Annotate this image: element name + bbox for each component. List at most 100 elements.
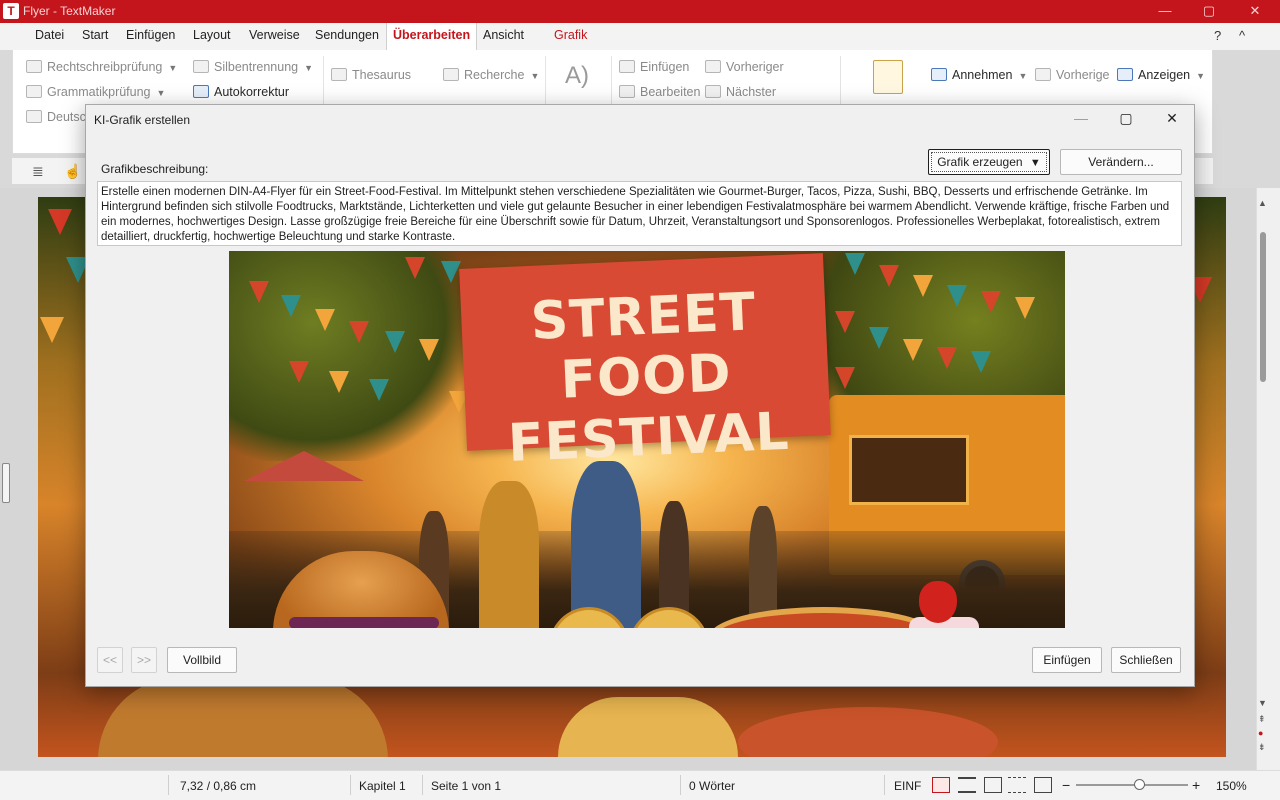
- menu-bar: Datei Start Einfügen Layout Verweise Sen…: [0, 23, 1280, 51]
- cursor-position: 7,32 / 0,86 cm: [180, 779, 257, 793]
- woman-figure: [479, 481, 539, 628]
- book-view-icon[interactable]: [1034, 777, 1052, 793]
- page-up-icon[interactable]: ⇞: [1258, 714, 1266, 725]
- dropdown-arrow-icon: ▼: [1029, 157, 1041, 169]
- research-button[interactable]: Recherche ▼: [443, 68, 539, 82]
- pennant-decoration: [913, 275, 933, 297]
- status-divider: [350, 775, 351, 795]
- spelling-button[interactable]: Rechtschreibprüfung ▼: [26, 60, 177, 74]
- zoom-in-icon[interactable]: +: [1192, 777, 1200, 793]
- menu-sendungen[interactable]: Sendungen: [315, 28, 379, 42]
- pennant-decoration: [405, 257, 425, 279]
- fullscreen-button[interactable]: Vollbild: [167, 647, 237, 673]
- scroll-down-icon[interactable]: ▼: [1258, 698, 1267, 708]
- close-button[interactable]: Schließen: [1111, 647, 1181, 673]
- dialog-maximize-icon[interactable]: ▢: [1111, 110, 1141, 127]
- comment-next-icon: [705, 85, 721, 98]
- continuous-view-icon[interactable]: [958, 777, 976, 793]
- menu-ansicht[interactable]: Ansicht: [483, 28, 524, 42]
- menu-ueberarbeiten[interactable]: Überarbeiten: [386, 23, 478, 51]
- autocorrect-icon: [193, 85, 209, 98]
- hand-tool-icon[interactable]: ☝: [64, 163, 81, 180]
- accept-button[interactable]: Annehmen ▼: [931, 68, 1027, 82]
- window-title: Flyer - TextMaker: [23, 4, 116, 18]
- strawberry-image: [919, 581, 957, 623]
- show-button[interactable]: Anzeigen ▼: [1117, 68, 1205, 82]
- prev-change-button[interactable]: Vorherige: [1035, 68, 1110, 82]
- scroll-up-icon[interactable]: ▲: [1258, 198, 1267, 208]
- zoom-slider[interactable]: [1076, 784, 1188, 786]
- pennant-decoration: [369, 379, 389, 401]
- track-changes-icon[interactable]: [873, 60, 903, 94]
- maximize-button[interactable]: ▢: [1186, 0, 1232, 23]
- paragraph-icon[interactable]: ≣: [32, 163, 44, 180]
- page-view-icon[interactable]: [932, 777, 950, 793]
- dialog-close-icon[interactable]: ✕: [1157, 110, 1187, 127]
- pennant-decoration: [349, 321, 369, 343]
- help-icon[interactable]: ?: [1214, 28, 1221, 43]
- zoom-level[interactable]: 150%: [1216, 779, 1247, 793]
- menu-start[interactable]: Start: [82, 28, 108, 42]
- chevron-down-icon: ▼: [156, 88, 166, 98]
- chevron-down-icon: ▼: [530, 71, 540, 81]
- generate-graphic-button[interactable]: Grafik erzeugen ▼: [928, 149, 1050, 175]
- menu-grafik[interactable]: Grafik: [554, 28, 587, 42]
- grammar-button[interactable]: Grammatikprüfung ▼: [26, 85, 165, 99]
- description-input[interactable]: Erstelle einen modernen DIN-A4-Flyer für…: [97, 181, 1182, 246]
- menu-einfuegen[interactable]: Einfügen: [126, 28, 175, 42]
- browse-object-icon[interactable]: ●: [1258, 728, 1263, 738]
- previous-image-button[interactable]: <<: [97, 647, 123, 673]
- minimize-button[interactable]: —: [1142, 0, 1188, 23]
- pennant-decoration: [40, 317, 64, 343]
- comment-edit-button[interactable]: Bearbeiten: [619, 85, 700, 99]
- comment-prev-icon: [705, 60, 721, 73]
- show-icon: [1117, 68, 1133, 81]
- close-window-button[interactable]: ✕: [1232, 0, 1278, 23]
- left-margin-handle[interactable]: [2, 463, 10, 503]
- comment-next-button[interactable]: Nächster: [705, 85, 776, 99]
- next-image-button[interactable]: >>: [131, 647, 157, 673]
- burger-image: [98, 677, 388, 757]
- read-aloud-icon[interactable]: A): [565, 62, 589, 90]
- comment-prev-button[interactable]: Vorheriger: [705, 60, 784, 74]
- language-button[interactable]: Deutsc: [26, 110, 86, 124]
- comment-insert-button[interactable]: Einfügen: [619, 60, 689, 74]
- food-truck-window: [849, 435, 969, 505]
- scroll-thumb[interactable]: [1260, 232, 1266, 382]
- spelling-icon: [26, 60, 42, 73]
- insert-button[interactable]: Einfügen: [1032, 647, 1102, 673]
- outline-view-icon[interactable]: [1008, 777, 1026, 793]
- menu-layout[interactable]: Layout: [193, 28, 231, 42]
- zoom-slider-thumb[interactable]: [1134, 779, 1145, 790]
- menu-verweise[interactable]: Verweise: [249, 28, 300, 42]
- status-divider: [168, 775, 169, 795]
- man-figure: [571, 461, 641, 628]
- insert-mode[interactable]: EINF: [894, 779, 921, 793]
- dialog-title: KI-Grafik erstellen: [94, 113, 191, 127]
- modify-button[interactable]: Verändern...: [1060, 149, 1182, 175]
- page-down-icon[interactable]: ⇟: [1258, 742, 1266, 753]
- master-page-view-icon[interactable]: [984, 777, 1002, 793]
- hyphenation-button[interactable]: Silbentrennung ▼: [193, 60, 313, 74]
- festival-banner: STREET FOOD FESTIVAL: [459, 253, 831, 474]
- comment-edit-icon: [619, 85, 635, 98]
- generated-image-preview: STREET FOOD FESTIVAL: [229, 251, 1065, 628]
- menu-datei[interactable]: Datei: [35, 28, 64, 42]
- collapse-ribbon-icon[interactable]: ^: [1239, 28, 1245, 43]
- zoom-out-icon[interactable]: −: [1062, 777, 1070, 793]
- description-label: Grafikbeschreibung:: [101, 162, 209, 176]
- pennant-decoration: [947, 285, 967, 307]
- pennant-decoration: [981, 291, 1001, 313]
- pennant-decoration: [329, 371, 349, 393]
- burger-onion: [289, 617, 439, 628]
- chevron-down-icon: ▼: [1018, 71, 1028, 81]
- pennant-decoration: [835, 367, 855, 389]
- chapter-indicator: Kapitel 1: [359, 779, 406, 793]
- comment-insert-icon: [619, 60, 635, 73]
- pennant-decoration: [879, 265, 899, 287]
- autocorrect-button[interactable]: Autokorrektur: [193, 85, 289, 99]
- thesaurus-button[interactable]: Thesaurus: [331, 68, 411, 82]
- pennant-decoration: [48, 209, 72, 235]
- chevron-down-icon: ▼: [1196, 71, 1206, 81]
- hyphenation-icon: [193, 60, 209, 73]
